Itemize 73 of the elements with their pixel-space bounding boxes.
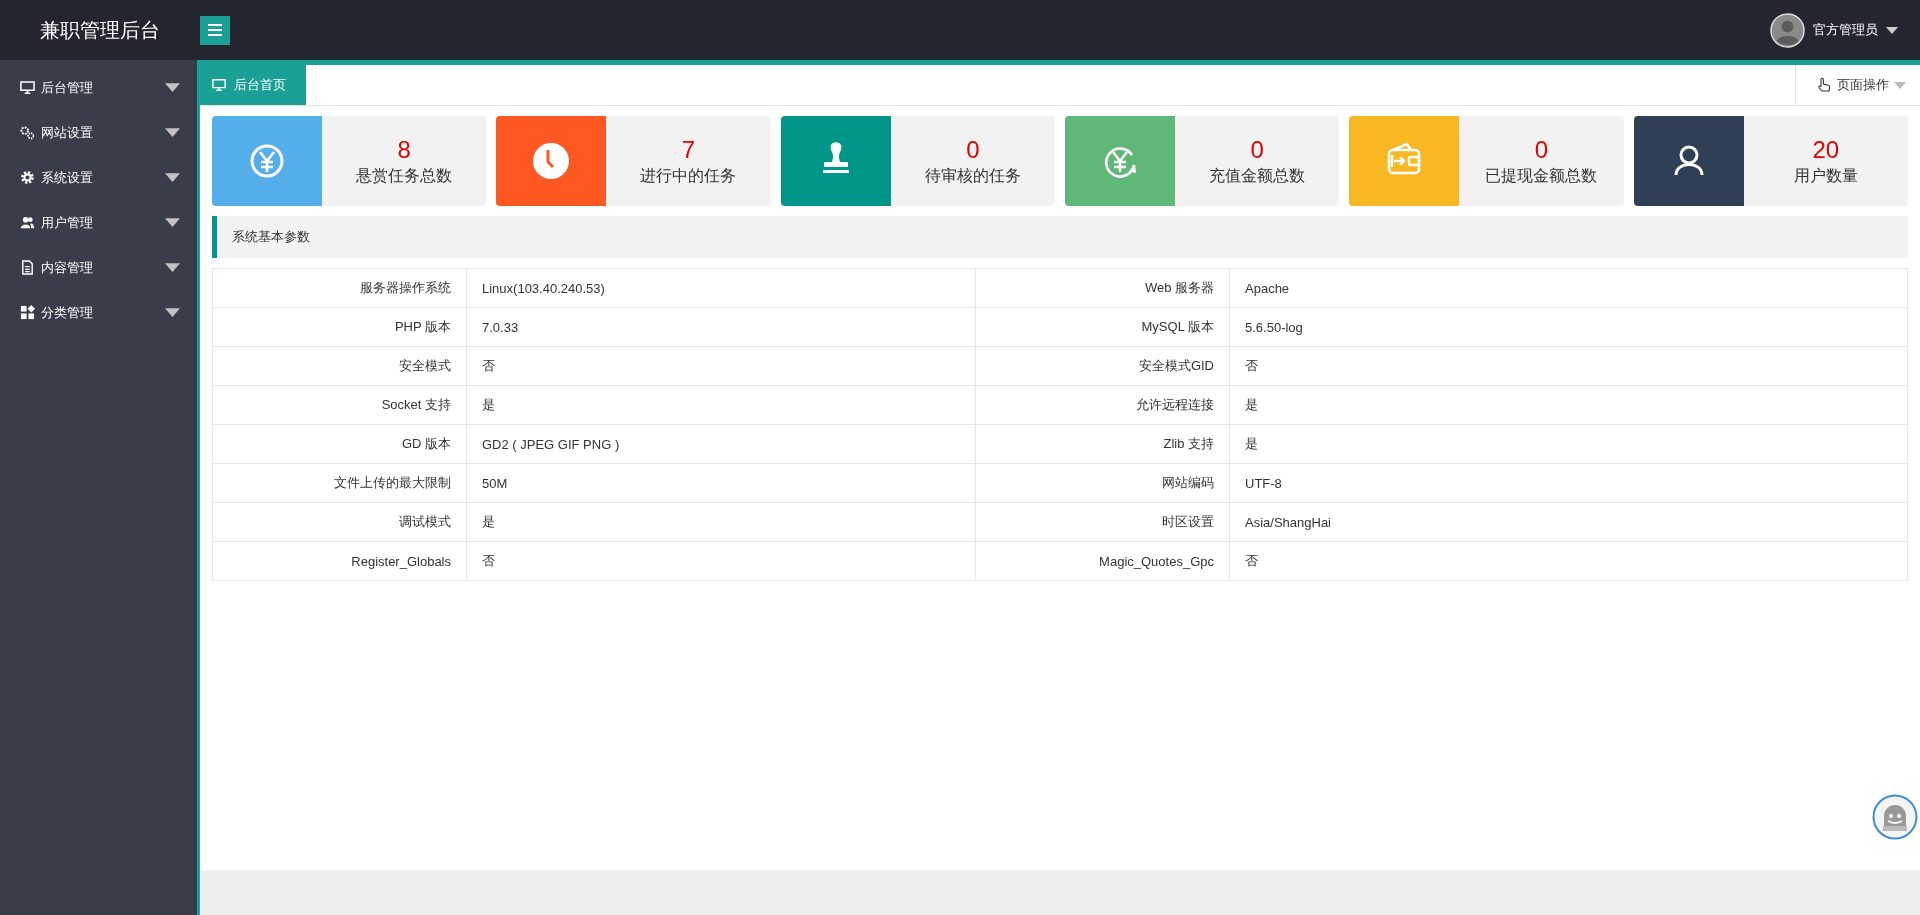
param-value: 7.0.33 (466, 307, 976, 347)
stat-value: 0 (1250, 135, 1264, 164)
stat-label: 待审核的任务 (924, 165, 1021, 186)
gears-icon (20, 125, 35, 140)
param-value: Apache (1229, 268, 1908, 308)
sidebar-item[interactable]: 系统设置 (0, 155, 197, 200)
caret-icon[interactable] (165, 260, 180, 275)
stat-value: 7 (681, 135, 696, 164)
stat-label: 用户数量 (1793, 165, 1858, 186)
param-name: Magic_Quotes_Gpc (975, 541, 1230, 581)
param-name: 允许远程连接 (975, 385, 1230, 425)
param-name: 文件上传的最大限制 (212, 463, 467, 503)
param-value: 是 (1229, 385, 1908, 425)
stat-value: 0 (966, 135, 980, 164)
param-value: 5.6.50-log (1229, 307, 1908, 347)
stat-value: 8 (397, 135, 411, 164)
param-name: 服务器操作系统 (212, 268, 467, 308)
param-name: PHP 版本 (212, 307, 467, 347)
param-name: 时区设置 (975, 502, 1230, 542)
param-name: 安全模式 (212, 346, 467, 386)
param-name: GD 版本 (212, 424, 467, 464)
sidebar-item[interactable]: 网站设置 (0, 110, 197, 155)
stat-label: 进行中的任务 (640, 165, 737, 186)
stat-label: 充值金额总数 (1209, 165, 1306, 186)
sidebar-item[interactable]: 内容管理 (0, 245, 197, 290)
caret-icon[interactable] (165, 80, 180, 95)
sidebar-item[interactable]: 后台管理 (0, 65, 197, 110)
caret-icon (1894, 81, 1906, 89)
chat-robot-icon[interactable] (1872, 794, 1918, 840)
param-name: Zlib 支持 (975, 424, 1230, 464)
stat-value: 20 (1812, 135, 1840, 164)
avatar-icon[interactable] (1770, 12, 1805, 48)
stat-value: 0 (1534, 135, 1549, 164)
param-value: 是 (1229, 424, 1908, 464)
hand-pointer-icon (1816, 77, 1832, 93)
section-header: 系统基本参数 (212, 216, 1908, 258)
param-value: Asia/ShangHai (1229, 502, 1908, 542)
user-name[interactable]: 官方管理员 (1813, 21, 1878, 39)
param-name: MySQL 版本 (975, 307, 1230, 347)
param-value: Linux(103.40.240.53) (466, 268, 976, 308)
param-value: 否 (466, 346, 976, 386)
document-icon (20, 260, 35, 275)
param-name: Web 服务器 (975, 268, 1230, 308)
caret-icon[interactable] (165, 215, 180, 230)
grid-icon (20, 305, 35, 320)
param-value: 是 (466, 385, 976, 425)
param-name: Socket 支持 (212, 385, 467, 425)
param-name: 安全模式GID (975, 346, 1230, 386)
param-name: 网站编码 (975, 463, 1230, 503)
param-value: 50M (466, 463, 976, 503)
stat-label: 已提现金额总数 (1485, 165, 1598, 186)
param-value: 否 (1229, 346, 1908, 386)
monitor-icon (212, 78, 226, 92)
param-value: 否 (1229, 541, 1908, 581)
menu-button[interactable] (200, 15, 230, 45)
param-value: UTF-8 (1229, 463, 1908, 503)
param-value: 否 (466, 541, 976, 581)
caret-icon[interactable] (165, 305, 180, 320)
monitor-icon (20, 80, 35, 95)
param-value: 是 (466, 502, 976, 542)
caret-icon[interactable] (165, 170, 180, 185)
sidebar-item[interactable]: 分类管理 (0, 290, 197, 335)
param-name: 调试模式 (212, 502, 467, 542)
param-value: GD2 ( JPEG GIF PNG ) (466, 424, 976, 464)
param-name: Register_Globals (212, 541, 467, 581)
stat-label: 悬赏任务总数 (356, 165, 453, 186)
caret-icon[interactable] (165, 125, 180, 140)
caret-icon[interactable] (1886, 26, 1898, 34)
users-icon (20, 215, 35, 230)
app-title: 兼职管理后台 (39, 17, 161, 43)
sidebar-item[interactable]: 用户管理 (0, 200, 197, 245)
menu-icon (208, 24, 222, 36)
settings-icon (20, 170, 35, 185)
